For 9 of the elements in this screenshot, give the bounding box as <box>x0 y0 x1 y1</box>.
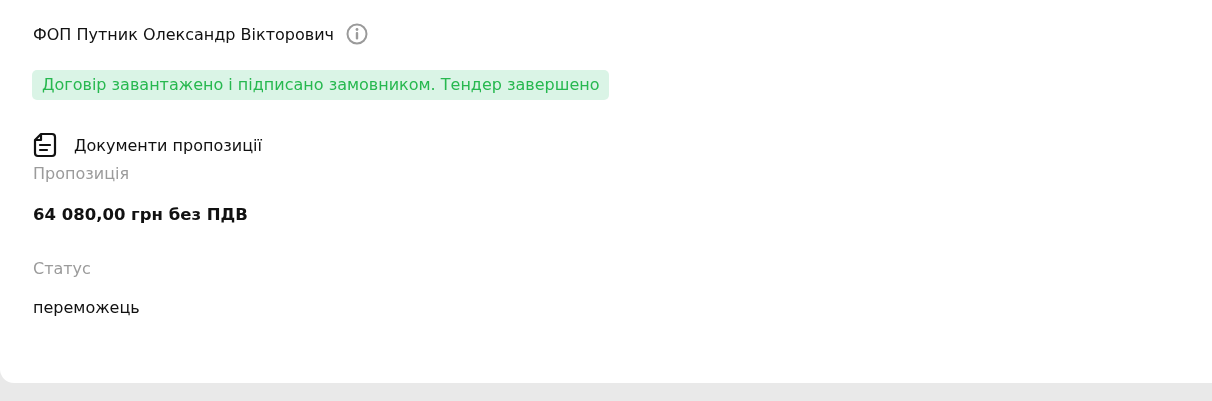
field-value: переможець <box>33 298 140 317</box>
document-icon <box>33 132 57 158</box>
info-icon[interactable] <box>346 23 369 45</box>
field-label: Пропозиція <box>33 164 131 183</box>
field-label: Статус <box>33 259 92 278</box>
documents-link[interactable]: Документи пропозиції <box>33 132 262 158</box>
supplier-name: ФОП Путник Олександр Вікторович <box>33 24 335 44</box>
offer-amount: 64 080,00 грн без ПДВ <box>33 205 248 224</box>
status-message: Договір завантажено і підписано замовником. Тендер завершено <box>32 70 610 100</box>
